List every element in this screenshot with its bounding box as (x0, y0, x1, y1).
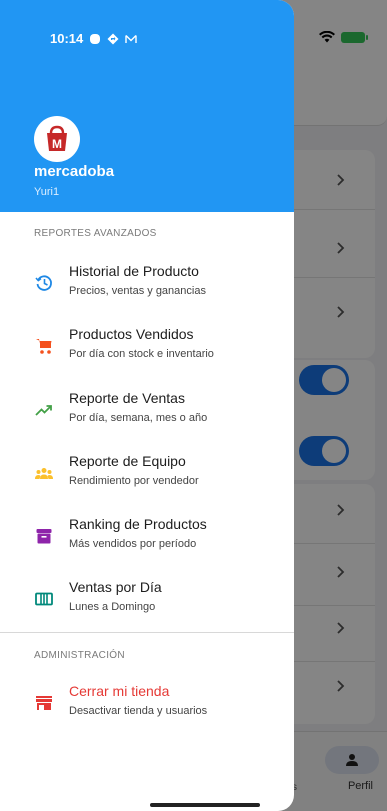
status-bar: 10:14 (50, 31, 137, 46)
menu-item-reporte-ventas[interactable]: Reporte de Ventas Por día, semana, mes o… (0, 385, 294, 445)
menu-item-productos-vendidos[interactable]: Productos Vendidos Por día con stock e i… (0, 321, 294, 381)
menu-item-title: Ranking de Productos (69, 516, 207, 532)
menu-item-subtitle: Desactivar tienda y usuarios (69, 705, 208, 717)
menu-item-subtitle: Por día con stock e inventario (69, 348, 214, 360)
navigation-drawer: 10:14 M mercadoba Yuri1 REPORTES AVANZAD… (0, 0, 294, 811)
svg-text:M: M (52, 137, 62, 151)
history-icon (35, 275, 52, 291)
section-label-administracion: ADMINISTRACIÓN (34, 650, 125, 661)
mail-icon (125, 34, 137, 43)
menu-item-subtitle: Rendimiento por vendedor (69, 475, 199, 487)
menu-item-reporte-equipo[interactable]: Reporte de Equipo Rendimiento por vended… (0, 448, 294, 508)
menu-item-ventas-por-dia[interactable]: Ventas por Día Lunes a Domingo (0, 574, 294, 634)
menu-item-cerrar-tienda[interactable]: Cerrar mi tienda Desactivar tienda y usu… (0, 678, 294, 738)
store-logo: M (34, 116, 80, 162)
menu-item-title: Reporte de Ventas (69, 390, 185, 406)
user-name: Yuri1 (34, 186, 60, 198)
menu-item-title: Productos Vendidos (69, 326, 194, 342)
menu-item-historial-producto[interactable]: Historial de Producto Precios, ventas y … (0, 258, 294, 318)
team-icon (35, 468, 53, 479)
store-closed-icon (36, 696, 52, 710)
notification-dot-icon (90, 33, 101, 44)
menu-item-ranking-productos[interactable]: Ranking de Productos Más vendidos por pe… (0, 511, 294, 571)
section-label-reportes: REPORTES AVANZADOS (34, 228, 157, 239)
section-divider (0, 632, 294, 633)
menu-item-title: Ventas por Día (69, 579, 162, 595)
drawer-header: 10:14 M mercadoba Yuri1 (0, 0, 294, 212)
menu-item-subtitle: Más vendidos por período (69, 538, 197, 550)
menu-item-title: Historial de Producto (69, 263, 199, 279)
menu-item-subtitle: Precios, ventas y ganancias (69, 285, 206, 297)
cart-icon (36, 339, 52, 354)
navigation-diamond-icon (107, 33, 119, 44)
store-name: mercadoba (34, 163, 115, 180)
shopping-bag-logo-icon: M (47, 125, 67, 151)
status-time: 10:14 (50, 31, 84, 46)
calendar-columns-icon (35, 592, 53, 606)
menu-item-subtitle: Lunes a Domingo (69, 601, 156, 613)
menu-item-title: Cerrar mi tienda (69, 683, 170, 699)
menu-item-subtitle: Por día, semana, mes o año (69, 412, 208, 424)
trending-up-icon (35, 405, 52, 416)
archive-icon (36, 529, 52, 544)
home-indicator (150, 803, 260, 807)
menu-item-title: Reporte de Equipo (69, 453, 186, 469)
